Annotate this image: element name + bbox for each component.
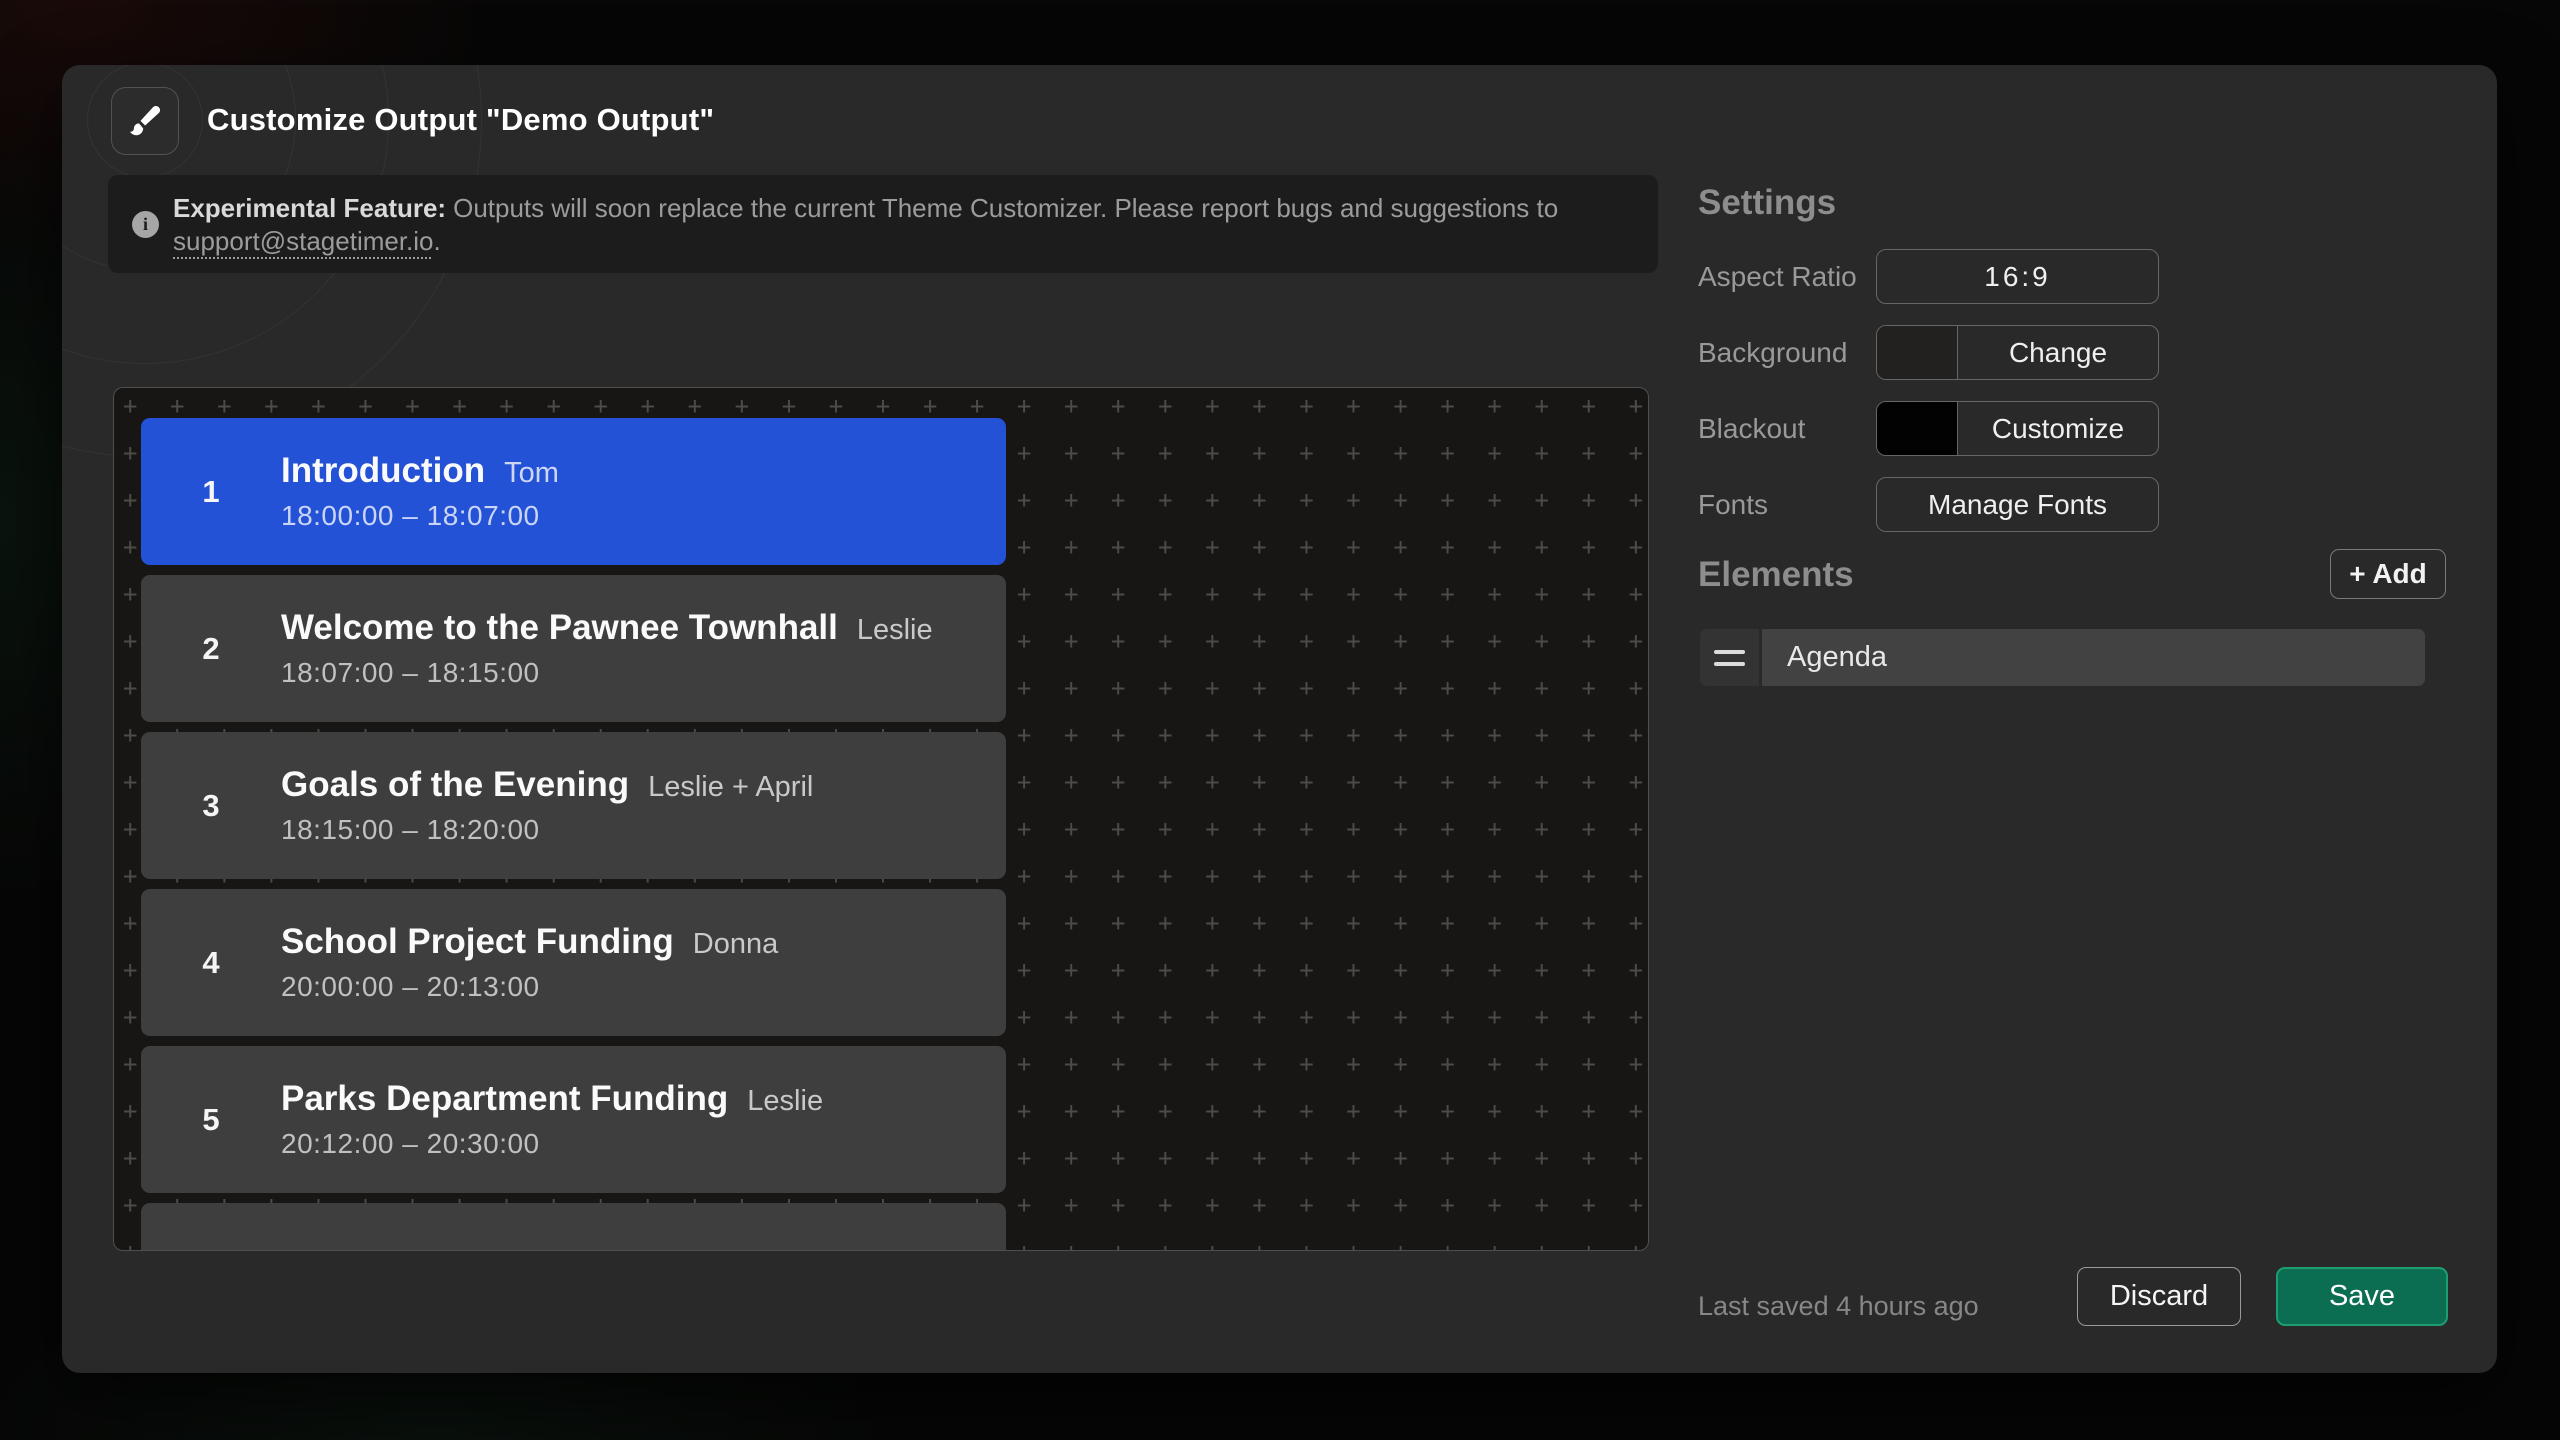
elements-heading: Elements [1698, 555, 1854, 595]
notice-period: . [434, 226, 441, 256]
background-button-label: Change [1958, 337, 2158, 369]
setting-label-fonts: Fonts [1698, 477, 1768, 532]
save-button[interactable]: Save [2276, 1267, 2448, 1326]
dialog-title: Customize Output "Demo Output" [207, 102, 714, 138]
paintbrush-icon [111, 87, 179, 155]
agenda-item-title: Parks Department Funding [281, 1079, 728, 1119]
agenda-item-card: 3Goals of the Evening Leslie + April 18:15… [141, 732, 1006, 879]
agenda-item-speaker: Tom [504, 457, 559, 490]
add-element-button[interactable]: + Add [2330, 549, 2446, 599]
agenda-item-speaker: Leslie [857, 614, 933, 647]
setting-label-aspect-ratio: Aspect Ratio [1698, 249, 1857, 304]
background-color-swatch [1877, 326, 1958, 379]
agenda-item-time: 20:12:00 – 20:30:00 [281, 1128, 823, 1160]
agenda-item-card: 2Welcome to the Pawnee Townhall Leslie 18:… [141, 575, 1006, 722]
discard-button[interactable]: Discard [2077, 1267, 2241, 1326]
agenda-item-speaker: Leslie [747, 1085, 823, 1118]
agenda-item-time: 20:00:00 – 20:13:00 [281, 971, 778, 1003]
agenda-item-number: 5 [141, 1102, 281, 1138]
agenda-item-time: 18:00:00 – 18:07:00 [281, 500, 559, 532]
last-saved-status: Last saved 4 hours ago [1698, 1291, 1979, 1322]
element-row: Agenda [1700, 629, 2425, 686]
agenda-item-speaker: Leslie + April [648, 771, 813, 804]
blackout-button-label: Customize [1958, 413, 2158, 445]
experimental-feature-notice: i Experimental Feature:Outputs will soon… [108, 175, 1658, 273]
agenda-item-time: 18:07:00 – 18:15:00 [281, 657, 933, 689]
agenda-item-speaker: Donna [693, 928, 778, 961]
agenda-item-time: 18:15:00 – 18:20:00 [281, 814, 813, 846]
agenda-item-number: 3 [141, 788, 281, 824]
aspect-ratio-button-label: 16:9 [1877, 261, 2158, 293]
blackout-button[interactable]: Customize [1876, 401, 2159, 456]
aspect-ratio-button[interactable]: 16:9 [1876, 249, 2159, 304]
output-preview: ++++++++++++++++++++++++++++++++++ +++++… [113, 387, 1649, 1251]
agenda-item-title: Introduction [281, 451, 485, 491]
agenda-item-title: School Project Funding [281, 922, 674, 962]
customize-output-dialog: Customize Output "Demo Output" i Experim… [62, 65, 2497, 1373]
agenda-item-title: Goals of the Evening [281, 765, 629, 805]
agenda-item-number: 4 [141, 945, 281, 981]
support-email-link[interactable]: support@stagetimer.io [173, 226, 434, 256]
notice-text: Experimental Feature:Outputs will soon r… [173, 192, 1558, 258]
agenda-item-card: 5Parks Department Funding Leslie 20:12:00 … [141, 1046, 1006, 1193]
blackout-color-swatch [1877, 402, 1958, 455]
setting-label-background: Background [1698, 325, 1847, 380]
agenda-item-card: 6Break [141, 1203, 1006, 1251]
agenda-element-preview: 1Introduction Tom 18:00:00 – 18:07:00 2Welc… [141, 418, 1006, 1251]
settings-heading: Settings [1698, 183, 1836, 223]
notice-bold-label: Experimental Feature: [173, 193, 446, 223]
fonts-button[interactable]: Manage Fonts [1876, 477, 2159, 532]
fonts-button-label: Manage Fonts [1877, 489, 2158, 521]
agenda-item-title: Welcome to the Pawnee Townhall [281, 608, 838, 648]
info-icon: i [132, 211, 159, 238]
agenda-item-number: 1 [141, 474, 281, 510]
drag-handle-icon[interactable] [1700, 629, 1759, 686]
element-item-agenda[interactable]: Agenda [1762, 629, 2425, 686]
background-button[interactable]: Change [1876, 325, 2159, 380]
notice-body: Outputs will soon replace the current Th… [453, 193, 1558, 223]
agenda-item-card: 1Introduction Tom 18:00:00 – 18:07:00 [141, 418, 1006, 565]
agenda-item-card: 4School Project Funding Donna 20:00:00 – 2… [141, 889, 1006, 1036]
agenda-item-number: 2 [141, 631, 281, 667]
setting-label-blackout: Blackout [1698, 401, 1805, 456]
